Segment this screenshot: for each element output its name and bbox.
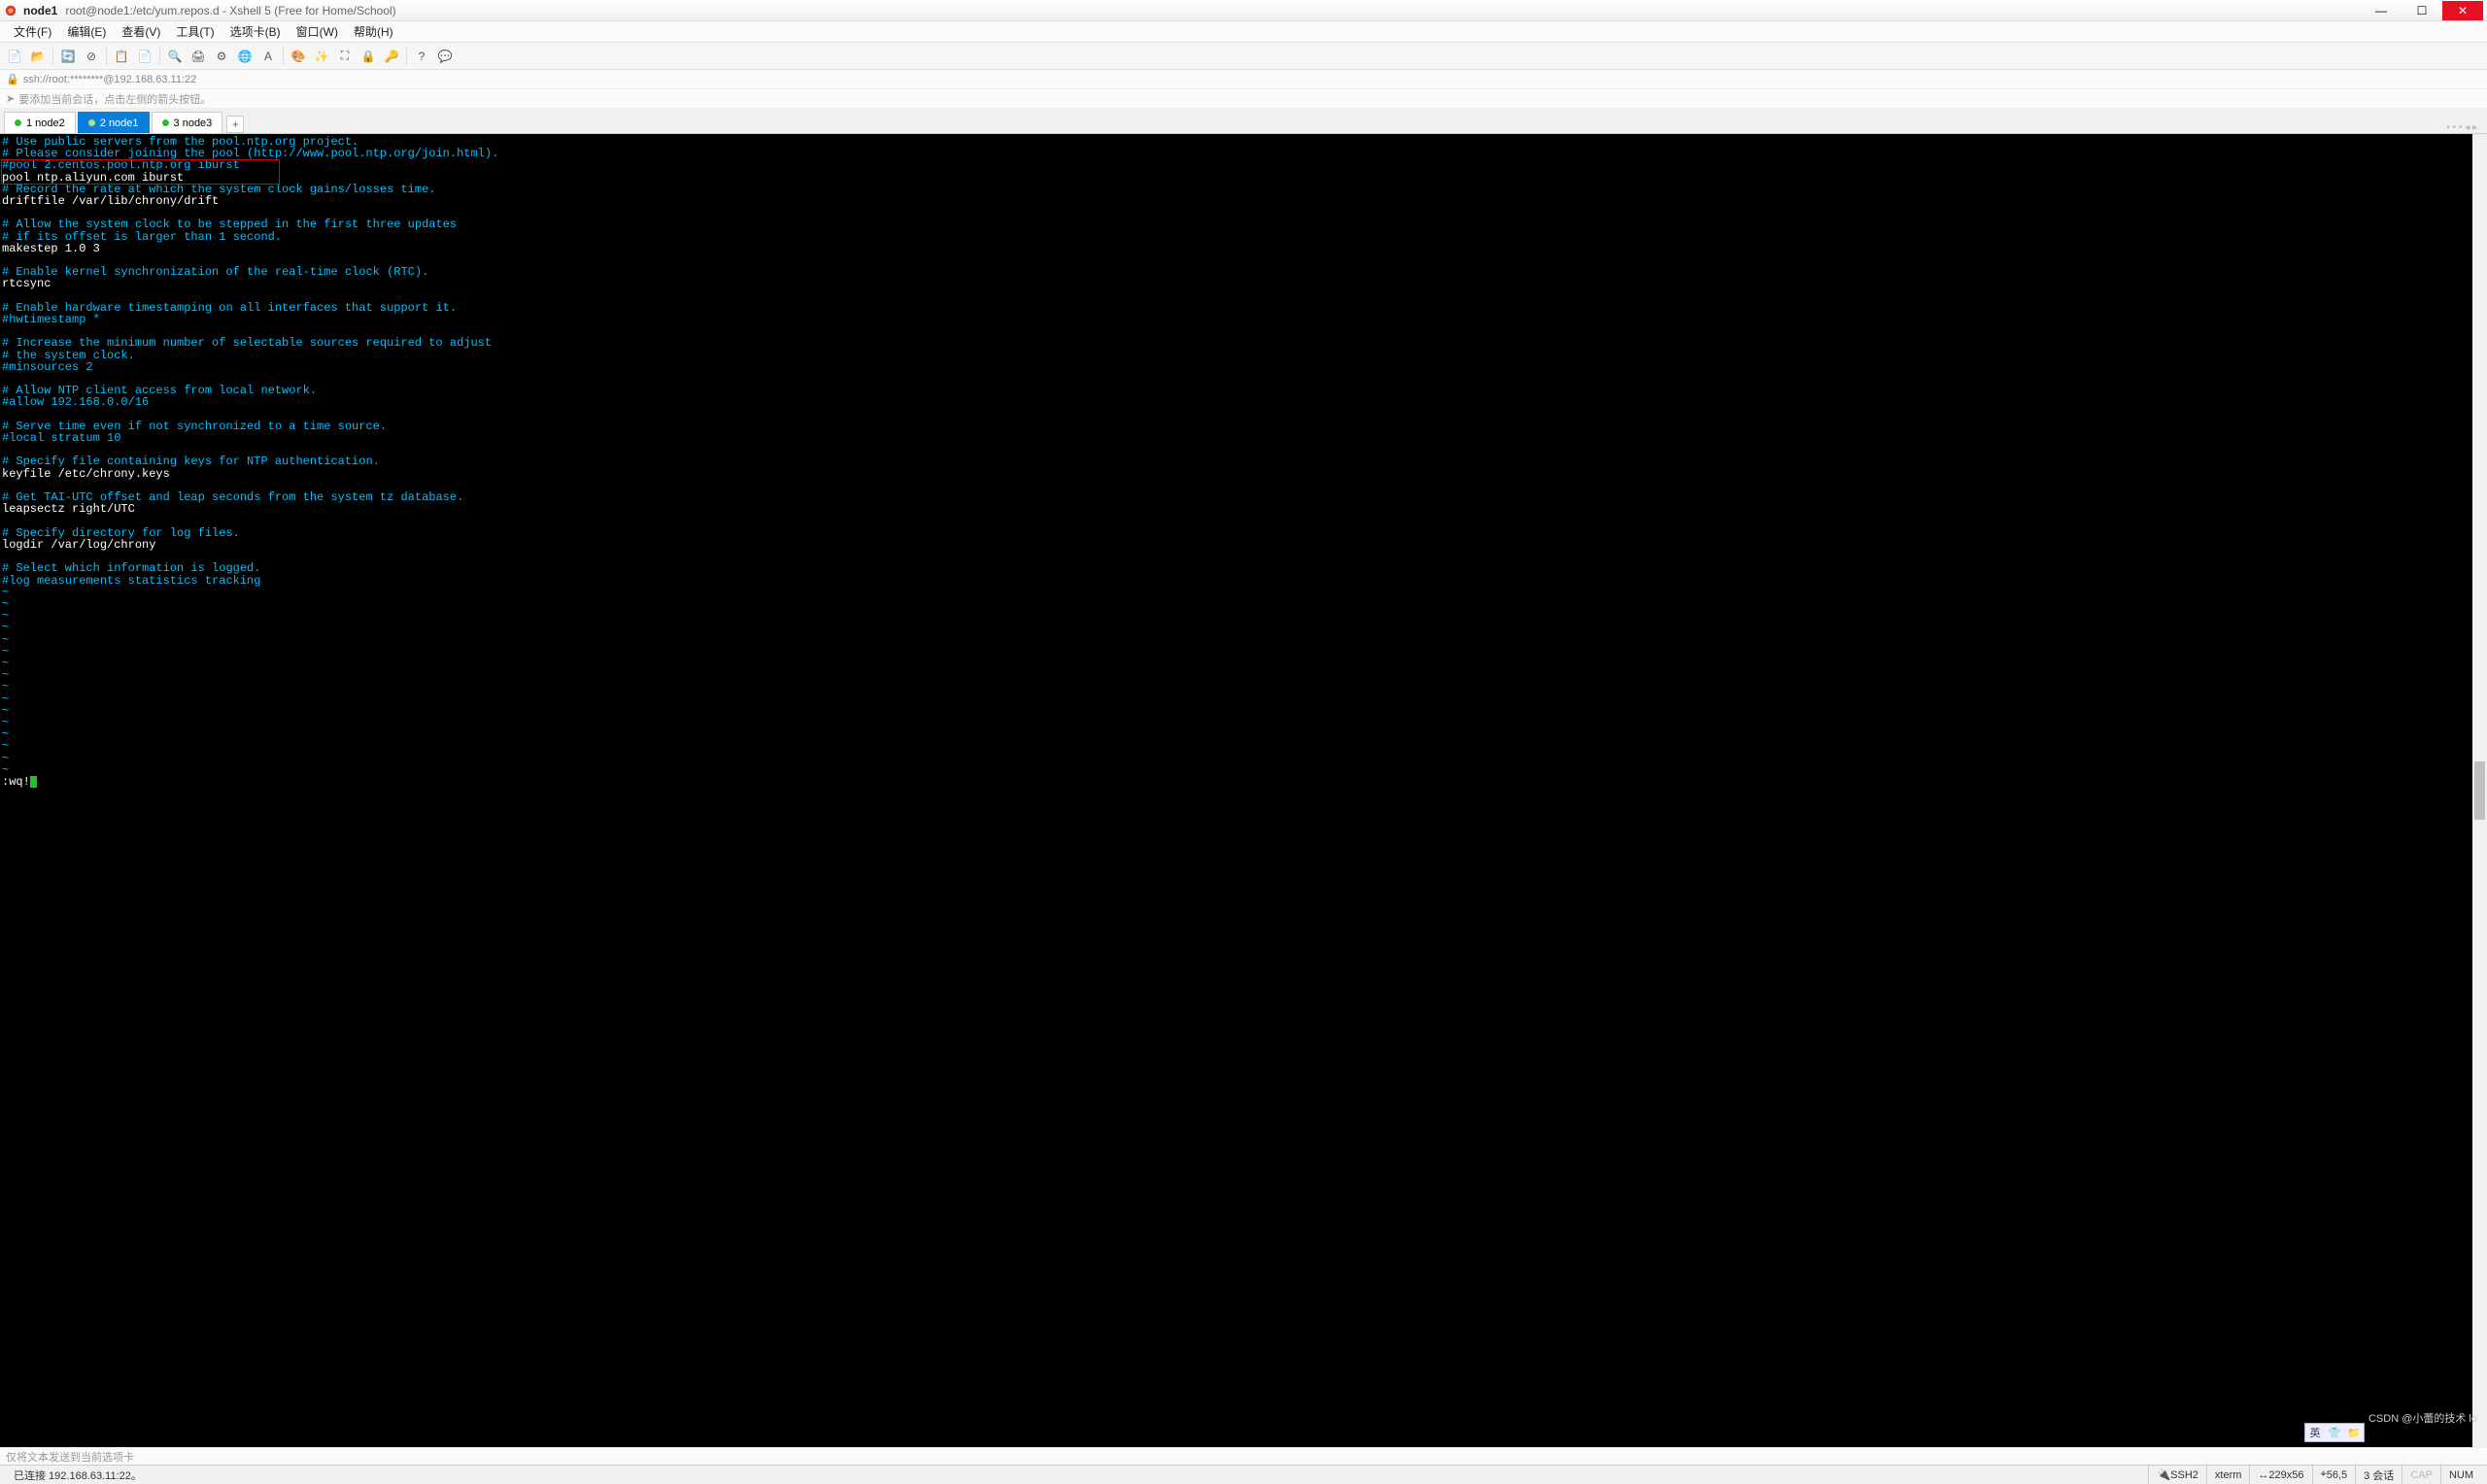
window-controls: — ☐ ✕ (2361, 1, 2483, 20)
status-num: NUM (2440, 1466, 2481, 1484)
highlight-icon[interactable]: ✨ (311, 46, 332, 67)
globe-icon[interactable]: 🌐 (234, 46, 256, 67)
toolbar: 📄 📂 🔄 ⊘ 📋 📄 🔍 🖨 ⚙ 🌐 A 🎨 ✨ ⛶ 🔒 🔑 ? 💬 (0, 43, 2487, 70)
menubar: 文件(F) 编辑(E) 查看(V) 工具(T) 选项卡(B) 窗口(W) 帮助(… (0, 21, 2487, 43)
lock-small-icon: 🔒 (6, 73, 19, 85)
key-icon[interactable]: 🔑 (381, 46, 402, 67)
color-icon[interactable]: 🎨 (288, 46, 309, 67)
new-session-icon[interactable]: 📄 (4, 46, 25, 67)
menu-view[interactable]: 查看(V) (114, 23, 168, 40)
scrollbar[interactable] (2472, 134, 2487, 1447)
properties-icon[interactable]: ⚙ (211, 46, 232, 67)
scroll-thumb[interactable] (2474, 761, 2485, 820)
search-icon[interactable]: 🔍 (164, 46, 186, 67)
tab-node1[interactable]: 2 node1 (78, 112, 150, 133)
status-sessions: 3 会话 (2355, 1466, 2402, 1484)
reconnect-icon[interactable]: 🔄 (57, 46, 79, 67)
ime-skin-icon[interactable]: 👕 (2325, 1424, 2344, 1441)
tab-node2[interactable]: 1 node2 (4, 112, 76, 133)
session-name: node1 (23, 4, 57, 17)
ime-tool-icon[interactable]: 📁 (2344, 1424, 2364, 1441)
send-hint-text: 仅将文本发送到当前选项卡 (6, 1449, 134, 1465)
status-size: ↔ 229x56 (2249, 1466, 2311, 1484)
send-hint: 仅将文本发送到当前选项卡 (0, 1447, 2487, 1465)
menu-help[interactable]: 帮助(H) (346, 23, 401, 40)
hint-text: 要添加当前会话，点击左侧的箭头按钮。 (18, 91, 211, 107)
tab-overflow-icon[interactable]: • • • ◂ ▸ (2446, 122, 2483, 133)
status-dot-icon (15, 119, 21, 126)
status-dot-icon (88, 119, 95, 126)
copy-icon[interactable]: 📋 (111, 46, 132, 67)
fullscreen-icon[interactable]: ⛶ (334, 46, 356, 67)
add-tab-button[interactable]: + (226, 116, 244, 133)
ime-toolbar[interactable]: 英 👕 📁 (2304, 1423, 2365, 1442)
status-cursor: ⌖ 56,5 (2312, 1466, 2356, 1484)
status-term: xterm (2206, 1466, 2250, 1484)
tab-label: 1 node2 (26, 118, 65, 129)
titlebar: node1 root@node1:/etc/yum.repos.d - Xshe… (0, 0, 2487, 21)
print-icon[interactable]: 🖨 (187, 46, 209, 67)
menu-window[interactable]: 窗口(W) (289, 23, 346, 40)
status-caps: CAP (2402, 1466, 2440, 1484)
terminal[interactable]: # Use public servers from the pool.ntp.o… (0, 134, 2472, 1447)
disconnect-icon[interactable]: ⊘ (81, 46, 102, 67)
help-icon[interactable]: ? (411, 46, 432, 67)
address-url: ssh://root:********@192.168.63.11:22 (23, 74, 197, 85)
statusbar: 已连接 192.168.63.11:22。 🔌 SSH2 xterm ↔ 229… (0, 1465, 2487, 1484)
menu-file[interactable]: 文件(F) (6, 23, 59, 40)
menu-tools[interactable]: 工具(T) (168, 23, 221, 40)
tabbar: 1 node2 2 node1 3 node3 + • • • ◂ ▸ (0, 109, 2487, 134)
open-icon[interactable]: 📂 (27, 46, 49, 67)
status-connection: 已连接 192.168.63.11:22。 (6, 1466, 150, 1484)
paste-icon[interactable]: 📄 (134, 46, 155, 67)
menu-edit[interactable]: 编辑(E) (59, 23, 114, 40)
tab-label: 3 node3 (174, 118, 213, 129)
minimize-button[interactable]: — (2361, 1, 2402, 20)
close-button[interactable]: ✕ (2442, 1, 2483, 20)
tab-node3[interactable]: 3 node3 (152, 112, 223, 133)
terminal-wrap: # Use public servers from the pool.ntp.o… (0, 134, 2487, 1447)
menu-tabs[interactable]: 选项卡(B) (222, 23, 289, 40)
hint-arrow-icon[interactable]: ➤ (6, 92, 15, 105)
lock-icon[interactable]: 🔒 (358, 46, 379, 67)
tab-label: 2 node1 (100, 118, 139, 129)
app-icon (4, 4, 17, 17)
resize-icon: ↔ (2258, 1469, 2268, 1481)
plug-icon: 🔌 (2157, 1468, 2170, 1481)
chat-icon[interactable]: 💬 (434, 46, 456, 67)
ime-lang-button[interactable]: 英 (2305, 1424, 2325, 1441)
status-proto: 🔌 SSH2 (2148, 1466, 2205, 1484)
maximize-button[interactable]: ☐ (2402, 1, 2442, 20)
window-title: root@node1:/etc/yum.repos.d - Xshell 5 (… (65, 4, 395, 17)
font-icon[interactable]: A (257, 46, 279, 67)
addressbar[interactable]: 🔒 ssh://root:********@192.168.63.11:22 (0, 70, 2487, 89)
hintbar: ➤ 要添加当前会话，点击左侧的箭头按钮。 (0, 89, 2487, 109)
status-dot-icon (162, 119, 169, 126)
